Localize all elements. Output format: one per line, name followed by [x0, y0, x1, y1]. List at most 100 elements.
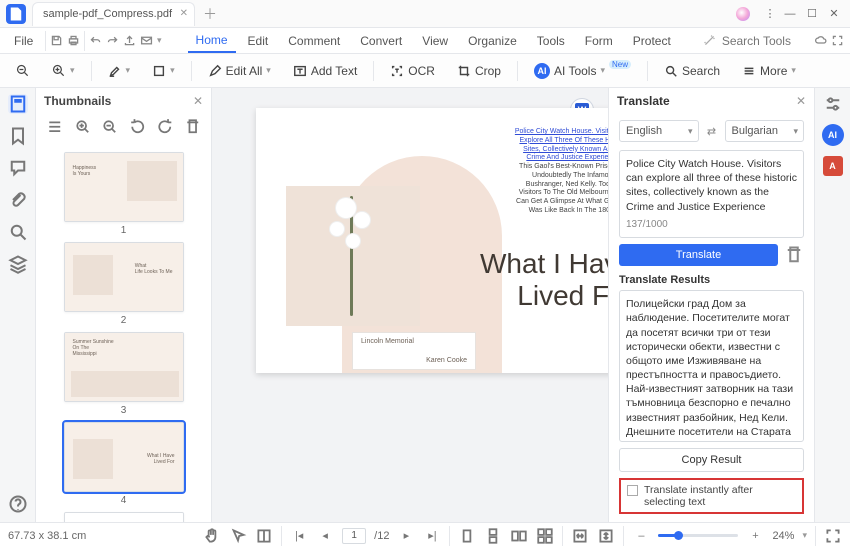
tab-view[interactable]: View	[414, 30, 456, 52]
brand-orb-icon[interactable]	[736, 7, 750, 21]
thumb-zoomin-icon[interactable]	[74, 117, 92, 137]
add-text-button[interactable]: Add Text	[287, 61, 363, 81]
page-canvas[interactable]: W Lincoln Memorial Karen Cooke Police Ci…	[212, 88, 608, 522]
close-thumbnails-icon[interactable]: ✕	[193, 94, 203, 108]
tab-tools[interactable]: Tools	[529, 30, 573, 52]
instant-checkbox[interactable]	[627, 485, 638, 496]
delete-icon[interactable]	[784, 245, 804, 265]
cloud-icon[interactable]	[814, 30, 827, 52]
zoom-in-button[interactable]: ▾	[46, 61, 81, 81]
zoom-slider[interactable]	[658, 534, 738, 537]
search-rail-icon[interactable]	[8, 222, 28, 242]
source-language-select[interactable]: English	[619, 120, 699, 142]
prev-page-icon[interactable]: ◂	[316, 527, 334, 545]
search-button[interactable]: Search	[658, 61, 726, 81]
tab-home[interactable]: Home	[188, 29, 236, 53]
app-rail-icon[interactable]: A	[823, 156, 843, 176]
tab-organize[interactable]: Organize	[460, 30, 525, 52]
zoom-out-button[interactable]	[10, 61, 36, 81]
instant-label: Translate instantly after selecting text	[644, 484, 796, 508]
source-text-box[interactable]: Police City Watch House. Visitors can ex…	[619, 150, 804, 238]
zoom-out-status-icon[interactable]: –	[632, 527, 650, 545]
mail-icon[interactable]	[140, 30, 153, 52]
thumb-rotate-left-icon[interactable]	[129, 117, 147, 137]
thumb-rotate-right-icon[interactable]	[156, 117, 174, 137]
close-translate-icon[interactable]: ✕	[796, 94, 806, 108]
target-language-select[interactable]: Bulgarian	[725, 120, 805, 142]
search-tools[interactable]	[697, 33, 806, 49]
page-input[interactable]	[342, 528, 366, 544]
hand-tool-icon[interactable]	[203, 527, 221, 545]
last-page-icon[interactable]: ▸|	[423, 527, 441, 545]
ai-tools-label: AI Tools	[554, 64, 596, 78]
thumb-3[interactable]: Summer SunshineOn TheMississippi3	[64, 332, 184, 416]
save-icon[interactable]	[50, 30, 63, 52]
ai-tools-button[interactable]: AI AI Tools▾ New	[528, 60, 637, 82]
shape-button[interactable]: ▾	[146, 61, 181, 81]
swap-languages-icon[interactable]: ⇄	[703, 125, 721, 138]
ai-rail-icon[interactable]: AI	[822, 124, 844, 146]
kebab-menu-icon[interactable]: ⋮	[760, 4, 780, 24]
help-rail-icon[interactable]	[8, 494, 28, 514]
single-page-icon[interactable]	[458, 527, 476, 545]
bookmark-rail-icon[interactable]	[8, 126, 28, 146]
side-rest: This Gaol's Best-Known Prisoner Is Undou…	[516, 163, 608, 214]
chevron-down-icon[interactable]: ▾	[157, 35, 162, 46]
share-icon[interactable]	[123, 30, 136, 52]
crop-button[interactable]: Crop	[451, 61, 507, 81]
first-page-icon[interactable]: |◂	[290, 527, 308, 545]
thumb-2[interactable]: WhatLife Looks To Me2	[64, 242, 184, 326]
thumb-list-icon[interactable]	[46, 117, 64, 137]
thumb-4[interactable]: What I HaveLived For4	[64, 422, 184, 506]
thumb-zoomout-icon[interactable]	[101, 117, 119, 137]
zoom-dropdown-icon[interactable]: ▾	[802, 530, 807, 541]
next-page-icon[interactable]: ▸	[397, 527, 415, 545]
close-window-button[interactable]: ✕	[824, 4, 844, 24]
more-button[interactable]: More▾	[736, 61, 802, 81]
two-page-scroll-icon[interactable]	[536, 527, 554, 545]
zoom-in-status-icon[interactable]: +	[746, 527, 764, 545]
minimize-button[interactable]: —	[780, 4, 800, 24]
comment-rail-icon[interactable]	[8, 158, 28, 178]
read-mode-icon[interactable]	[255, 527, 273, 545]
two-page-icon[interactable]	[510, 527, 528, 545]
translate-button[interactable]: Translate	[619, 244, 778, 266]
wand-icon	[703, 34, 716, 47]
fullscreen-icon[interactable]	[824, 527, 842, 545]
tab-convert[interactable]: Convert	[352, 30, 410, 52]
close-tab-icon[interactable]: ✕	[180, 8, 188, 19]
target-language-label: Bulgarian	[732, 125, 778, 137]
redo-icon[interactable]	[106, 30, 119, 52]
tab-comment[interactable]: Comment	[280, 30, 348, 52]
page-total: /12	[374, 530, 389, 542]
layers-rail-icon[interactable]	[8, 254, 28, 274]
fit-width-icon[interactable]	[571, 527, 589, 545]
expand-icon[interactable]	[831, 30, 844, 52]
thumb-5[interactable]: 🌺🌼5	[64, 512, 184, 522]
highlight-button[interactable]: ▾	[102, 61, 137, 81]
thumb-1[interactable]: HappinessIs Yours1	[64, 152, 184, 236]
thumb-delete-icon[interactable]	[184, 117, 202, 137]
tab-edit[interactable]: Edit	[240, 30, 277, 52]
new-tab-button[interactable]: ＋	[203, 4, 217, 24]
maximize-button[interactable]: ☐	[802, 4, 822, 24]
search-tools-input[interactable]	[720, 33, 800, 49]
ocr-button[interactable]: OCR	[384, 61, 441, 81]
undo-icon[interactable]	[89, 30, 102, 52]
select-tool-icon[interactable]	[229, 527, 247, 545]
attachment-rail-icon[interactable]	[8, 190, 28, 210]
tab-protect[interactable]: Protect	[625, 30, 679, 52]
copy-result-button[interactable]: Copy Result	[619, 448, 804, 472]
print-icon[interactable]	[67, 30, 80, 52]
document-tab[interactable]: sample-pdf_Compress.pdf ✕	[32, 2, 195, 26]
tab-form[interactable]: Form	[577, 30, 621, 52]
fit-page-icon[interactable]	[597, 527, 615, 545]
edit-all-button[interactable]: Edit All▾	[202, 61, 277, 81]
thumbnails-rail-icon[interactable]	[8, 94, 28, 114]
settings-rail-icon[interactable]	[823, 94, 843, 114]
file-menu[interactable]: File	[6, 30, 41, 52]
continuous-page-icon[interactable]	[484, 527, 502, 545]
thumb-num: 3	[64, 405, 184, 416]
instant-translate-option[interactable]: Translate instantly after selecting text	[619, 478, 804, 514]
result-text-box[interactable]: Полицейски град Дом за наблюдение. Посет…	[619, 290, 804, 442]
